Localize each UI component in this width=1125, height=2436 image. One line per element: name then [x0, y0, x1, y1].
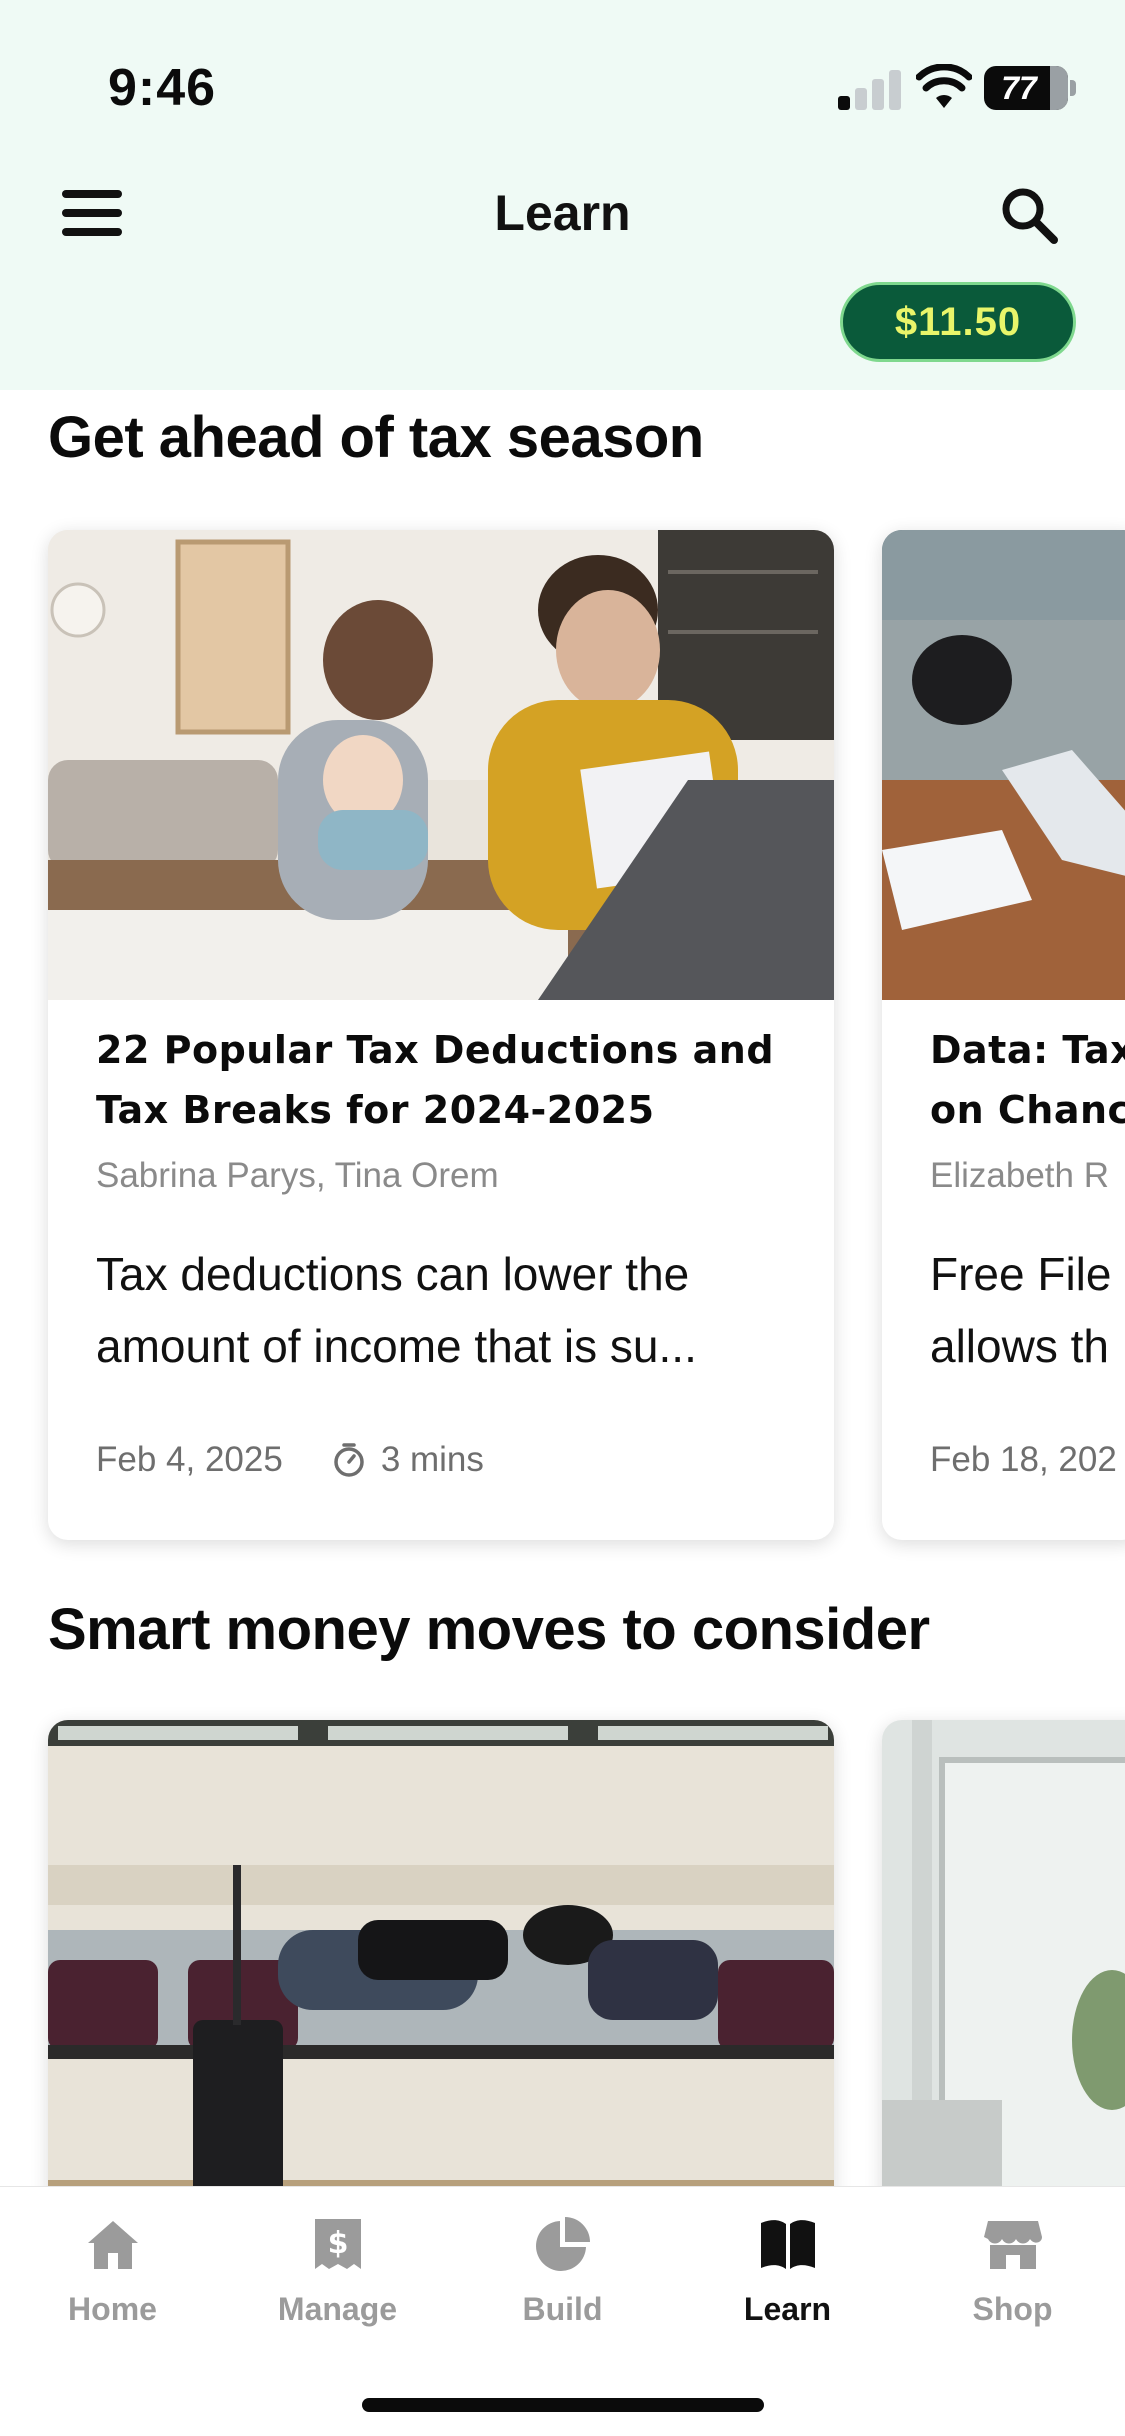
home-indicator [362, 2398, 764, 2412]
article-date: Feb 18, 202 [930, 1440, 1117, 1479]
balance-badge[interactable]: $11.50 [840, 282, 1076, 362]
article-summary: Tax deductions can lower the amount of i… [96, 1248, 697, 1372]
article-photo [882, 1720, 1125, 2240]
pie-chart-icon [535, 2217, 590, 2271]
article-title: 22 Popular Tax Deductions and Tax Breaks… [96, 1028, 775, 1132]
tab-learn[interactable]: Learn [675, 2213, 900, 2328]
home-icon [87, 2221, 138, 2269]
article-author: Sabrina Parys, Tina Orem [96, 1156, 499, 1195]
open-book-icon [760, 2220, 815, 2269]
article-date: Feb 4, 2025 [96, 1440, 283, 1479]
article-photo [48, 530, 834, 1000]
article-card[interactable]: Data: Tax on Chanc Elizabeth R Free File… [882, 530, 1125, 1540]
stopwatch-icon [334, 1443, 364, 1477]
page-title: Learn [494, 185, 631, 241]
article-meta: Feb 18, 202 [930, 1440, 1117, 1480]
tab-shop[interactable]: Shop [900, 2213, 1125, 2328]
article-summary: Free File allows th [930, 1248, 1112, 1372]
article-photo [48, 1720, 834, 2240]
status-time: 9:46 [108, 59, 217, 117]
cellular-signal-icon [838, 68, 902, 110]
section-title-tax-season: Get ahead of tax season [48, 405, 704, 470]
wifi-icon [916, 64, 972, 108]
article-meta: Feb 4, 2025 3 mins [96, 1440, 484, 1480]
storefront-icon [983, 2221, 1042, 2269]
article-card[interactable] [48, 1720, 834, 2240]
article-photo [882, 530, 1125, 1000]
tab-home[interactable]: Home [0, 2213, 225, 2328]
article-card[interactable]: 22 Popular Tax Deductions and Tax Breaks… [48, 530, 834, 1540]
article-author: Elizabeth R [930, 1156, 1109, 1195]
dollar-bill-icon: $ [314, 2219, 361, 2269]
tab-build[interactable]: Build [450, 2213, 675, 2328]
section-title-smart-money: Smart money moves to consider [48, 1597, 930, 1662]
battery-level: 77 [1001, 69, 1037, 106]
article-card[interactable] [882, 1720, 1125, 2240]
battery-icon: 77 [984, 66, 1076, 110]
header-bar: 9:46 77 Learn $11.50 [0, 0, 1125, 390]
svg-text:$: $ [327, 2226, 348, 2261]
article-read-time: 3 mins [380, 1440, 484, 1479]
article-title: Data: Tax on Chanc [930, 1028, 1125, 1132]
tab-manage[interactable]: $ Manage [225, 2213, 450, 2328]
search-icon[interactable] [996, 182, 1062, 248]
